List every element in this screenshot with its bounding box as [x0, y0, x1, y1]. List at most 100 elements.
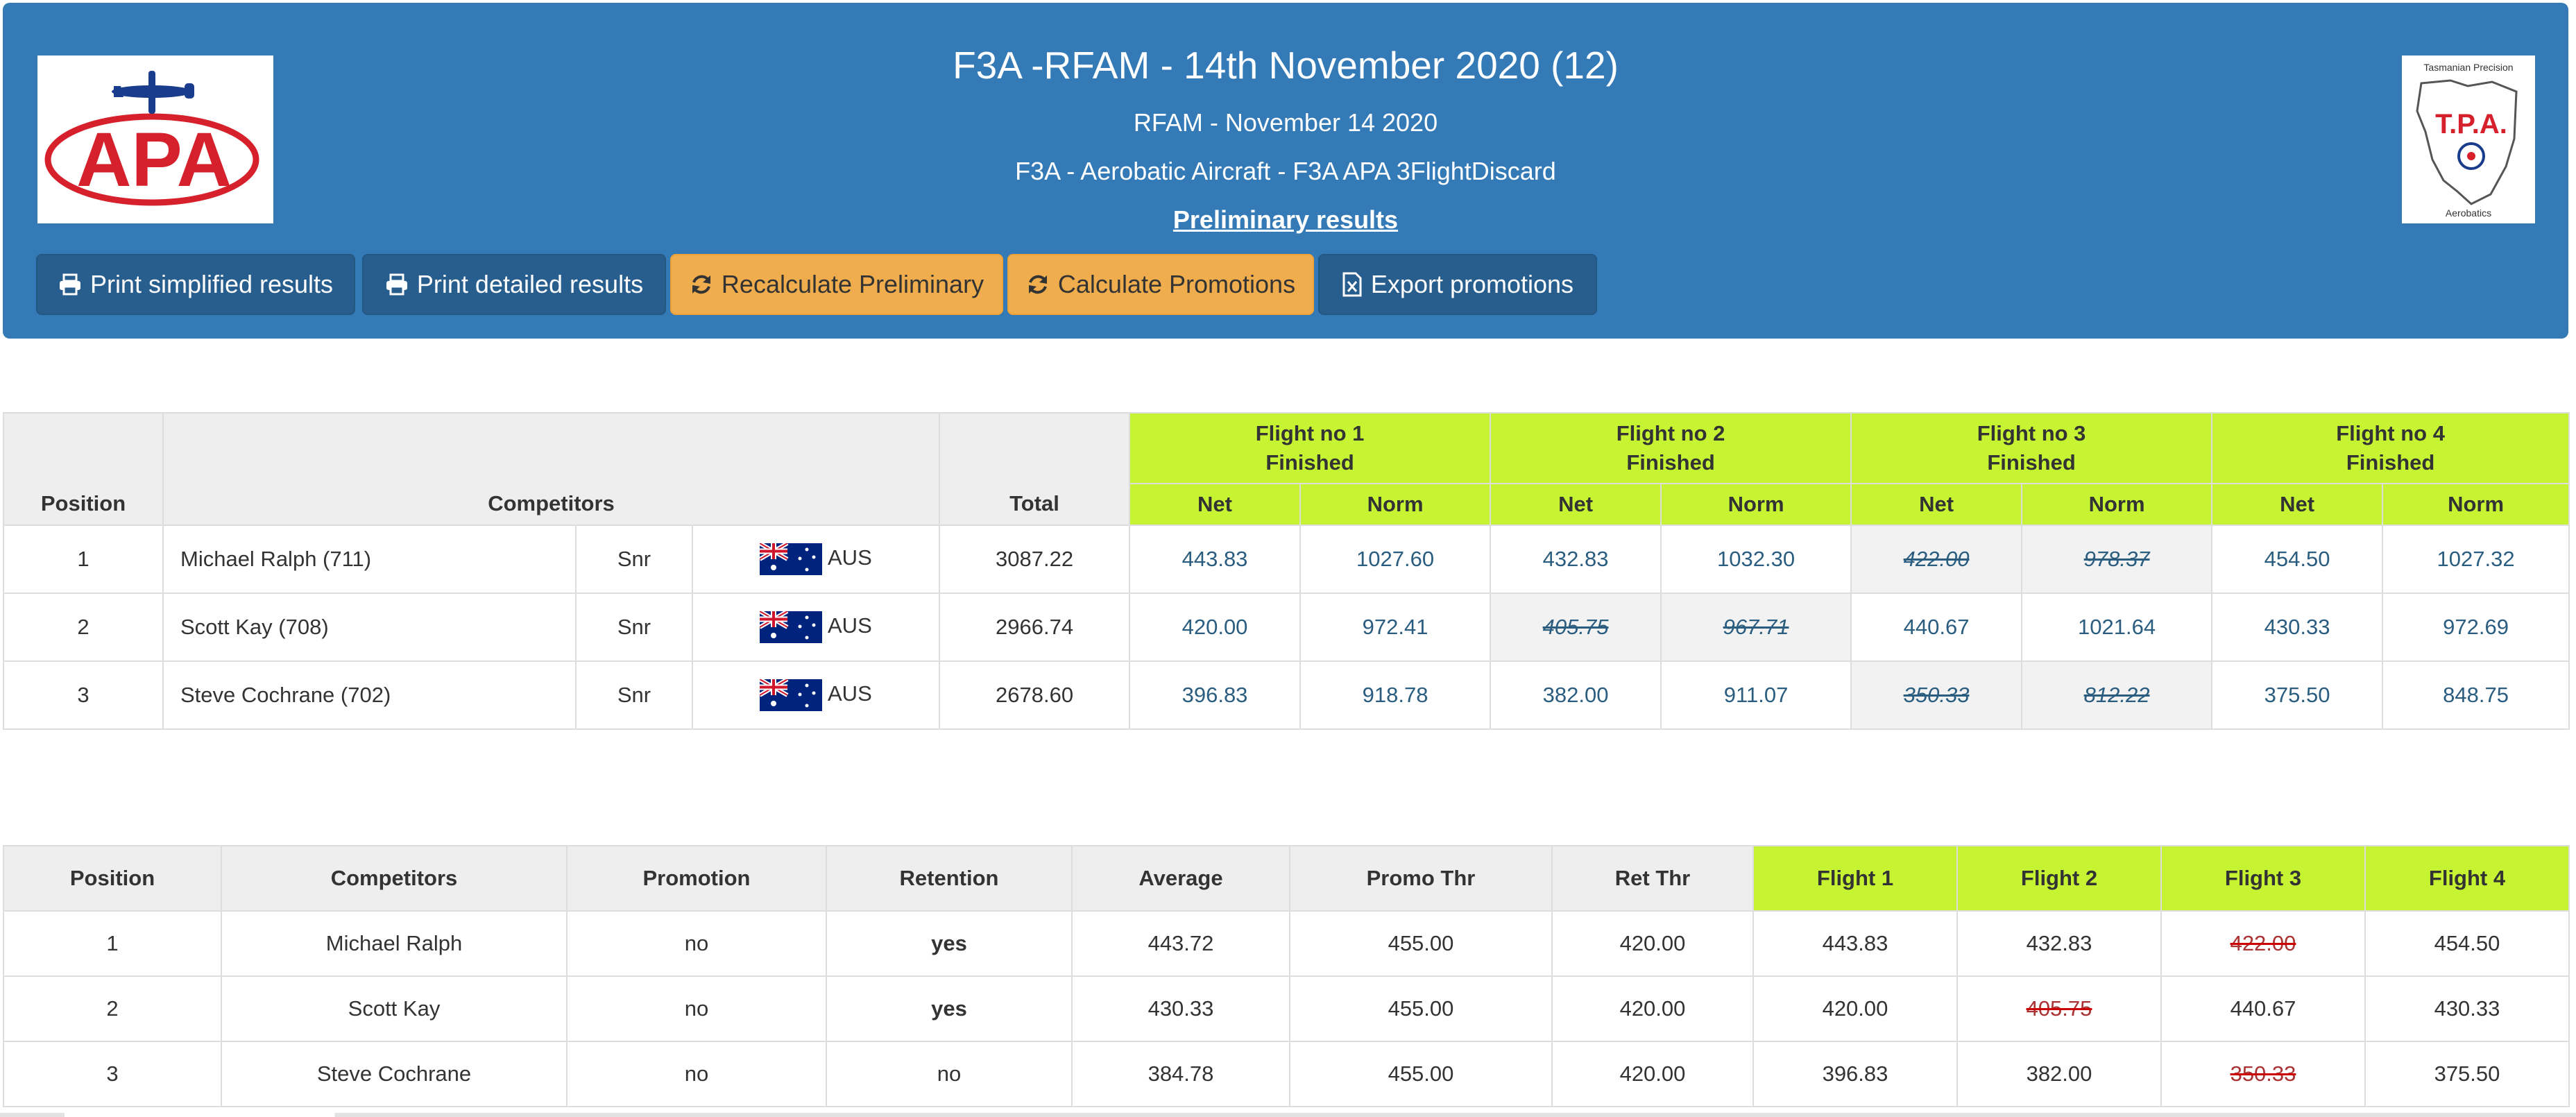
ret-threshold-header[interactable]: Ret Thr: [1551, 845, 1754, 912]
table-row: 3 Steve Cochrane no no 384.78 455.00 420…: [3, 1041, 2570, 1107]
competitor-name[interactable]: Steve Cochrane (702): [162, 660, 577, 730]
recalculate-preliminary-label: Recalculate Preliminary: [721, 270, 984, 298]
event-class-line: F3A - Aerobatic Aircraft - F3A APA 3Flig…: [1015, 157, 1556, 185]
score-cell[interactable]: 848.75: [2382, 660, 2570, 730]
printer-icon: [386, 273, 407, 296]
score-cell[interactable]: 1027.32: [2382, 525, 2570, 594]
retention-cell: yes: [826, 975, 1073, 1042]
flight-score-cell: 443.83: [1752, 910, 1958, 977]
flight-score-cell: 382.00: [1956, 1041, 2162, 1107]
promo-competitor-name: Steve Cochrane: [221, 1041, 568, 1107]
flight-1-status: Finished: [1265, 450, 1354, 475]
discarded-score-cell[interactable]: 978.37: [2021, 525, 2213, 594]
position-header[interactable]: Position: [3, 412, 164, 526]
print-detailed-button[interactable]: Print detailed results: [362, 254, 666, 315]
position-cell: 1: [3, 525, 164, 594]
position-cell: 2: [3, 592, 164, 662]
promotion-cell: no: [566, 1041, 827, 1107]
score-cell[interactable]: 432.83: [1490, 525, 1662, 594]
promotion-header[interactable]: Promotion: [566, 845, 827, 912]
recalculate-preliminary-button[interactable]: Recalculate Preliminary: [670, 254, 1003, 315]
flight-3-net-header: Net: [1850, 483, 2023, 526]
score-cell[interactable]: 1027.60: [1299, 525, 1492, 594]
competitor-country: AUS: [691, 525, 941, 594]
horizontal-scrollbar[interactable]: [0, 1113, 2576, 1117]
country-code: AUS: [828, 545, 872, 570]
promo-position-header[interactable]: Position: [3, 845, 222, 912]
score-cell[interactable]: 440.67: [1850, 592, 2023, 662]
flight-2-name: Flight no 2: [1616, 421, 1725, 445]
score-cell[interactable]: 443.83: [1129, 525, 1302, 594]
score-cell[interactable]: 972.69: [2382, 592, 2570, 662]
score-cell[interactable]: 1021.64: [2021, 592, 2213, 662]
event-header-panel: APA Tasmanian Precision T.P.A. Aerobatic…: [3, 3, 2568, 339]
retention-header[interactable]: Retention: [826, 845, 1073, 912]
average-header[interactable]: Average: [1071, 845, 1290, 912]
score-cell[interactable]: 1032.30: [1660, 525, 1852, 594]
flight-score-cell: 375.50: [2364, 1041, 2570, 1107]
score-cell[interactable]: 911.07: [1660, 660, 1852, 730]
competitor-country: AUS: [691, 660, 941, 730]
preliminary-results-link[interactable]: Preliminary results: [3, 205, 2568, 235]
score-cell[interactable]: 454.50: [2211, 525, 2384, 594]
discarded-score-cell[interactable]: 350.33: [1850, 660, 2023, 730]
flight-2-net-header: Net: [1490, 483, 1662, 526]
flight-1-norm-header: Norm: [1299, 483, 1492, 526]
score-cell[interactable]: 420.00: [1129, 592, 1302, 662]
score-cell[interactable]: 396.83: [1129, 660, 1302, 730]
promotion-cell: no: [566, 910, 827, 977]
flight-2-header: Flight no 2 Finished: [1490, 412, 1852, 484]
printer-icon: [59, 273, 80, 296]
promo-threshold-cell: 455.00: [1289, 910, 1553, 977]
retention-cell: yes: [826, 910, 1073, 977]
ret-threshold-cell: 420.00: [1551, 910, 1754, 977]
position-cell: 3: [3, 660, 164, 730]
score-cell[interactable]: 972.41: [1299, 592, 1492, 662]
flight-score-cell: 430.33: [2364, 975, 2570, 1042]
competitor-class: Snr: [575, 660, 693, 730]
excel-file-icon: [1342, 272, 1362, 297]
score-cell[interactable]: 382.00: [1490, 660, 1662, 730]
refresh-icon: [1028, 275, 1047, 294]
calculate-promotions-button[interactable]: Calculate Promotions: [1007, 254, 1314, 315]
competitors-header[interactable]: Competitors: [162, 412, 941, 526]
discarded-score-cell[interactable]: 405.75: [1490, 592, 1662, 662]
export-promotions-button[interactable]: Export promotions: [1318, 254, 1597, 315]
flight-1-name: Flight no 1: [1255, 421, 1365, 445]
promo-flight-1-header: Flight 1: [1752, 845, 1958, 912]
flight-2-status: Finished: [1626, 450, 1715, 475]
ret-threshold-cell: 420.00: [1551, 1041, 1754, 1107]
promo-flight-2-header: Flight 2: [1956, 845, 2162, 912]
score-cell[interactable]: 430.33: [2211, 592, 2384, 662]
discarded-flight-score-cell: 422.00: [2160, 910, 2366, 977]
australia-flag-icon: [760, 611, 822, 643]
score-cell[interactable]: 375.50: [2211, 660, 2384, 730]
refresh-icon: [692, 275, 710, 294]
total-header[interactable]: Total: [939, 412, 1131, 526]
country-code: AUS: [828, 613, 872, 638]
score-cell[interactable]: 918.78: [1299, 660, 1492, 730]
flight-score-cell: 396.83: [1752, 1041, 1958, 1107]
table-row: 3 Steve Cochrane (702) Snr AUS 2678.60 3…: [3, 660, 2570, 730]
total-cell: 3087.22: [939, 525, 1131, 594]
table-row: 2 Scott Kay (708) Snr AUS 2966.74 420.00…: [3, 592, 2570, 662]
competitor-class: Snr: [575, 592, 693, 662]
total-cell: 2966.74: [939, 592, 1131, 662]
promo-competitors-header[interactable]: Competitors: [221, 845, 568, 912]
australia-flag-icon: [760, 543, 822, 575]
print-simplified-button[interactable]: Print simplified results: [36, 254, 355, 315]
flight-2-norm-header: Norm: [1660, 483, 1852, 526]
discarded-score-cell[interactable]: 812.22: [2021, 660, 2213, 730]
discarded-score-cell[interactable]: 422.00: [1850, 525, 2023, 594]
total-cell: 2678.60: [939, 660, 1131, 730]
discarded-flight-score-cell: 405.75: [1956, 975, 2162, 1042]
competitor-name[interactable]: Scott Kay (708): [162, 592, 577, 662]
flight-4-status: Finished: [2346, 450, 2435, 475]
competitor-name[interactable]: Michael Ralph (711): [162, 525, 577, 594]
flight-score-cell: 432.83: [1956, 910, 2162, 977]
discarded-score-cell[interactable]: 967.71: [1660, 592, 1852, 662]
flight-3-name: Flight no 3: [1977, 421, 2086, 445]
print-detailed-label: Print detailed results: [416, 270, 644, 298]
promotion-cell: no: [566, 975, 827, 1042]
promo-threshold-header[interactable]: Promo Thr: [1289, 845, 1553, 912]
